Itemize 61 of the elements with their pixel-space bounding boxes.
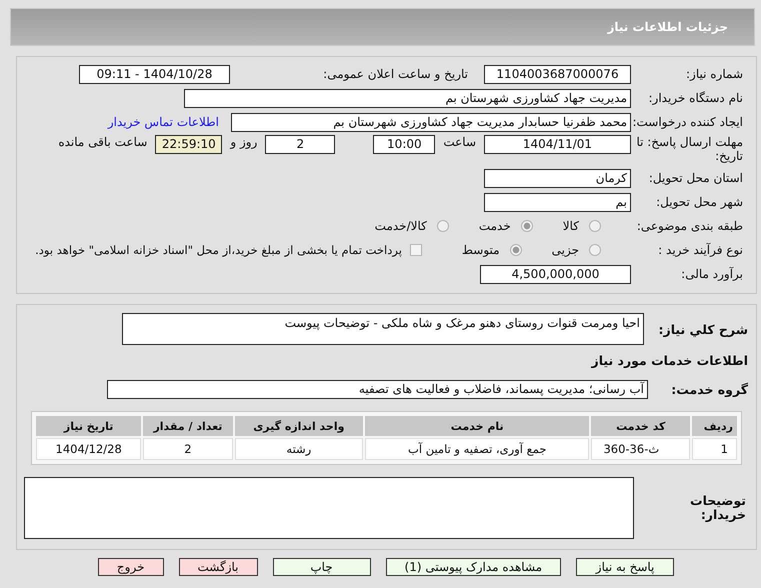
checkbox[interactable] bbox=[410, 244, 422, 256]
table-cell: 2 bbox=[143, 438, 233, 460]
estimate-field: 4,500,000,000 bbox=[480, 264, 631, 284]
table-cell: 1 bbox=[692, 438, 737, 460]
creator-field: محمد ظفرنیا حسابدار مدیریت جهاد کشاورزی شهرستان بم bbox=[231, 112, 631, 132]
radio-button[interactable] bbox=[520, 220, 533, 232]
days-field: 2 bbox=[265, 135, 336, 154]
field-label: شرح کلي نياز: bbox=[658, 322, 749, 336]
column-header: ردیف bbox=[692, 416, 737, 436]
column-header: تعداد / مقدار bbox=[143, 416, 233, 436]
column-header: کد خدمت bbox=[591, 416, 690, 436]
field-label: تاریخ و ساعت اعلان عمومی: bbox=[322, 67, 468, 81]
field-label: شماره نیاز: bbox=[685, 67, 744, 81]
radio-button[interactable] bbox=[589, 244, 601, 256]
checkbox-label: پرداخت تمام یا بخشی از مبلغ خرید،از محل "اسناد خزانه اسلامی" خواهد بود. bbox=[35, 243, 402, 257]
field-label: نوع فرآیند خرید : bbox=[657, 243, 744, 257]
radio-label: جزیی bbox=[552, 243, 579, 257]
service-group-field: آب رسانی؛ مدیریت پسماند، فاضلاب و فعالیت های تصفیه bbox=[107, 380, 648, 398]
field-label: شهر محل تحویل: bbox=[655, 195, 744, 209]
column-header: واحد اندازه گیری bbox=[234, 416, 364, 436]
table-cell: 1404/12/28 bbox=[36, 438, 142, 460]
radio-label: خدمت bbox=[478, 219, 511, 233]
time-label: ساعت bbox=[443, 135, 476, 149]
deadline-time-field: 10:00 bbox=[373, 135, 436, 154]
field-label: نام دستگاه خریدار: bbox=[648, 91, 744, 105]
radio-label: کالا/خدمت bbox=[374, 219, 427, 233]
action-button[interactable]: چاپ bbox=[272, 558, 370, 576]
field-label: استان محل تحویل: bbox=[648, 171, 744, 185]
field-label: ایجاد کننده درخواست: bbox=[631, 115, 744, 129]
description-field: احیا ومرمت قنوات روستای دهنو مرغک و شاه ملکی - توضیحات پیوست bbox=[122, 313, 644, 345]
deadline-date-field: 1404/11/01 bbox=[484, 135, 631, 154]
action-button[interactable]: مشاهده مدارک پیوستی (1) bbox=[386, 558, 562, 576]
table-cell: جمع آوری، تصفیه و تامین آب bbox=[365, 438, 590, 460]
remaining-label: ساعت باقی مانده bbox=[58, 135, 148, 149]
remaining-time-field: 22:59:10 bbox=[155, 135, 222, 154]
field-label: توضیحات خریدار: bbox=[689, 494, 747, 522]
buyer-org-field: مدیریت جهاد کشاورزی شهرستان بم bbox=[184, 88, 631, 108]
action-button[interactable]: پاسخ به نیاز bbox=[576, 558, 674, 576]
radio-button[interactable] bbox=[436, 220, 449, 232]
radio-button[interactable] bbox=[589, 220, 601, 232]
action-button[interactable]: خروج bbox=[98, 558, 164, 576]
days-label: روز و bbox=[230, 135, 258, 149]
need-number-field: 1104003687000076 bbox=[484, 64, 631, 84]
field-label: مهلت ارسال پاسخ: تا تاریخ: bbox=[635, 135, 744, 163]
column-header: نام خدمت bbox=[365, 416, 590, 436]
page-title: جزئیات اطلاعات نیاز bbox=[607, 20, 728, 34]
column-header: تاریخ نیاز bbox=[36, 416, 142, 436]
radio-button[interactable] bbox=[510, 244, 522, 256]
field-label: گروه خدمت: bbox=[670, 382, 749, 396]
section-heading: اطلاعات خدمات مورد نیاز bbox=[592, 352, 749, 368]
city-field: بم bbox=[484, 192, 631, 212]
radio-label: کالا bbox=[562, 219, 579, 233]
radio-label: متوسط bbox=[462, 243, 500, 257]
action-button[interactable]: بازگشت bbox=[178, 558, 258, 576]
province-field: کرمان bbox=[484, 168, 631, 188]
field-label: برآورد مالی: bbox=[680, 267, 744, 281]
table-cell: رشته bbox=[234, 438, 364, 460]
field-label: طبقه بندی موضوعی: bbox=[636, 219, 744, 233]
table-cell: ث-36-360 bbox=[591, 438, 690, 460]
contact-link[interactable]: اطلاعات تماس خریدار bbox=[108, 115, 219, 129]
announce-date-field: 1404/10/28 - 09:11 bbox=[79, 64, 230, 84]
